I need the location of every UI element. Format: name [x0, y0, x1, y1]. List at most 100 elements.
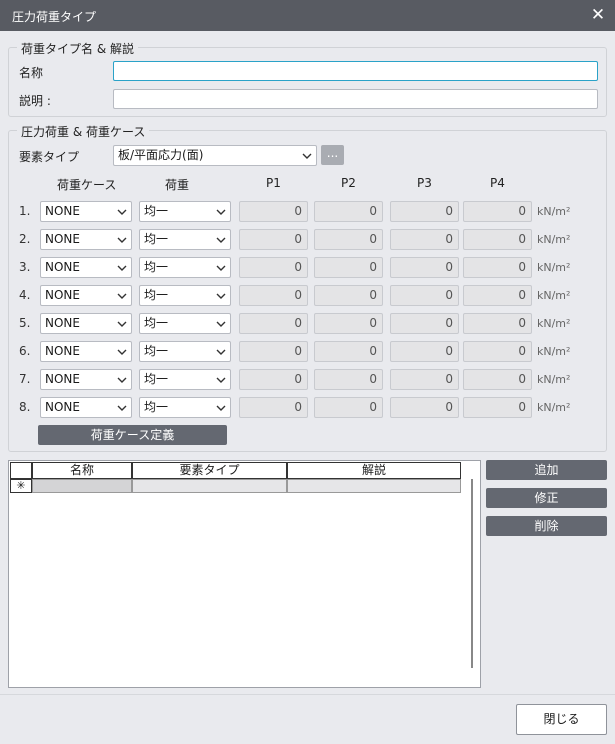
grid-new-row-description-cell[interactable]: [287, 479, 461, 493]
define-load-cases-button[interactable]: 荷重ケース定義: [38, 425, 227, 445]
load-case-value: NONE: [45, 344, 80, 358]
p3-input[interactable]: 0: [390, 341, 459, 362]
element-type-select[interactable]: 板/平面応力(面): [113, 145, 317, 166]
modify-button[interactable]: 修正: [486, 488, 607, 508]
p4-input[interactable]: 0: [463, 229, 532, 250]
load-case-select[interactable]: NONE: [40, 201, 132, 222]
p4-input[interactable]: 0: [463, 201, 532, 222]
p1-input[interactable]: 0: [239, 229, 308, 250]
element-type-browse-button[interactable]: ...: [321, 145, 344, 165]
unit-label: kN/m²: [537, 373, 571, 386]
load-case-select[interactable]: NONE: [40, 341, 132, 362]
load-case-select[interactable]: NONE: [40, 257, 132, 278]
p1-input[interactable]: 0: [239, 313, 308, 334]
p4-input[interactable]: 0: [463, 397, 532, 418]
unit-label: kN/m²: [537, 233, 571, 246]
load-case-select[interactable]: NONE: [40, 369, 132, 390]
load-distribution-value: 均一: [144, 400, 169, 414]
close-button[interactable]: 閉じる: [516, 704, 607, 735]
load-type-grid[interactable]: [8, 460, 481, 688]
row-number: 3.: [19, 260, 31, 274]
chevron-down-icon: [216, 349, 226, 355]
p3-input[interactable]: 0: [390, 313, 459, 334]
p2-input[interactable]: 0: [314, 285, 383, 306]
grid-corner-cell: [10, 462, 32, 479]
load-distribution-value: 均一: [144, 204, 169, 218]
delete-button[interactable]: 削除: [486, 516, 607, 536]
p4-input[interactable]: 0: [463, 257, 532, 278]
grid-header-description[interactable]: 解説: [287, 462, 461, 479]
grid-vertical-scrollbar[interactable]: [471, 479, 473, 668]
p1-input[interactable]: 0: [239, 257, 308, 278]
unit-label: kN/m²: [537, 317, 571, 330]
description-input[interactable]: [113, 89, 598, 109]
chevron-down-icon: [117, 405, 127, 411]
grid-header-name[interactable]: 名称: [32, 462, 132, 479]
p2-input[interactable]: 0: [314, 397, 383, 418]
p2-input[interactable]: 0: [314, 313, 383, 334]
row-number: 1.: [19, 204, 31, 218]
row-number: 4.: [19, 288, 31, 302]
close-icon[interactable]: ✕: [588, 5, 608, 25]
p3-input[interactable]: 0: [390, 229, 459, 250]
load-distribution-value: 均一: [144, 232, 169, 246]
load-distribution-select[interactable]: 均一: [139, 369, 231, 390]
chevron-down-icon: [117, 349, 127, 355]
load-distribution-value: 均一: [144, 260, 169, 274]
p4-input[interactable]: 0: [463, 285, 532, 306]
name-group-legend: 荷重タイプ名 & 解説: [17, 40, 138, 57]
chevron-down-icon: [302, 153, 312, 159]
load-case-value: NONE: [45, 372, 80, 386]
p2-input[interactable]: 0: [314, 229, 383, 250]
unit-label: kN/m²: [537, 261, 571, 274]
p4-input[interactable]: 0: [463, 341, 532, 362]
load-case-select[interactable]: NONE: [40, 229, 132, 250]
grid-header-element-type[interactable]: 要素タイプ: [132, 462, 287, 479]
add-button[interactable]: 追加: [486, 460, 607, 480]
p2-input[interactable]: 0: [314, 341, 383, 362]
p1-input[interactable]: 0: [239, 285, 308, 306]
load-case-select[interactable]: NONE: [40, 397, 132, 418]
p4-input[interactable]: 0: [463, 369, 532, 390]
p3-input[interactable]: 0: [390, 369, 459, 390]
p3-input[interactable]: 0: [390, 257, 459, 278]
header-p2: P2: [341, 176, 356, 190]
chevron-down-icon: [117, 293, 127, 299]
load-distribution-select[interactable]: 均一: [139, 257, 231, 278]
chevron-down-icon: [216, 377, 226, 383]
name-label: 名称: [19, 66, 44, 80]
p3-input[interactable]: 0: [390, 397, 459, 418]
name-input[interactable]: [113, 61, 598, 81]
header-load: 荷重: [165, 178, 190, 192]
description-label: 説明 :: [19, 94, 51, 108]
p2-input[interactable]: 0: [314, 369, 383, 390]
p1-input[interactable]: 0: [239, 341, 308, 362]
title-bar: 圧力荷重タイプ ✕: [0, 0, 615, 31]
p1-input[interactable]: 0: [239, 201, 308, 222]
p3-input[interactable]: 0: [390, 201, 459, 222]
header-p4: P4: [490, 176, 505, 190]
element-type-label: 要素タイプ: [19, 150, 80, 164]
p4-input[interactable]: 0: [463, 313, 532, 334]
unit-label: kN/m²: [537, 205, 571, 218]
grid-new-row-element-type-cell[interactable]: [132, 479, 287, 493]
load-case-value: NONE: [45, 260, 80, 274]
load-distribution-select[interactable]: 均一: [139, 313, 231, 334]
p2-input[interactable]: 0: [314, 257, 383, 278]
load-distribution-select[interactable]: 均一: [139, 285, 231, 306]
p1-input[interactable]: 0: [239, 397, 308, 418]
window-title: 圧力荷重タイプ: [12, 10, 97, 24]
p3-input[interactable]: 0: [390, 285, 459, 306]
load-case-select[interactable]: NONE: [40, 313, 132, 334]
load-distribution-value: 均一: [144, 316, 169, 330]
chevron-down-icon: [216, 209, 226, 215]
p2-input[interactable]: 0: [314, 201, 383, 222]
load-distribution-select[interactable]: 均一: [139, 201, 231, 222]
load-case-select[interactable]: NONE: [40, 285, 132, 306]
load-distribution-select[interactable]: 均一: [139, 229, 231, 250]
load-distribution-select[interactable]: 均一: [139, 341, 231, 362]
p1-input[interactable]: 0: [239, 369, 308, 390]
grid-new-row-name-cell[interactable]: [32, 479, 132, 493]
chevron-down-icon: [117, 321, 127, 327]
load-distribution-select[interactable]: 均一: [139, 397, 231, 418]
